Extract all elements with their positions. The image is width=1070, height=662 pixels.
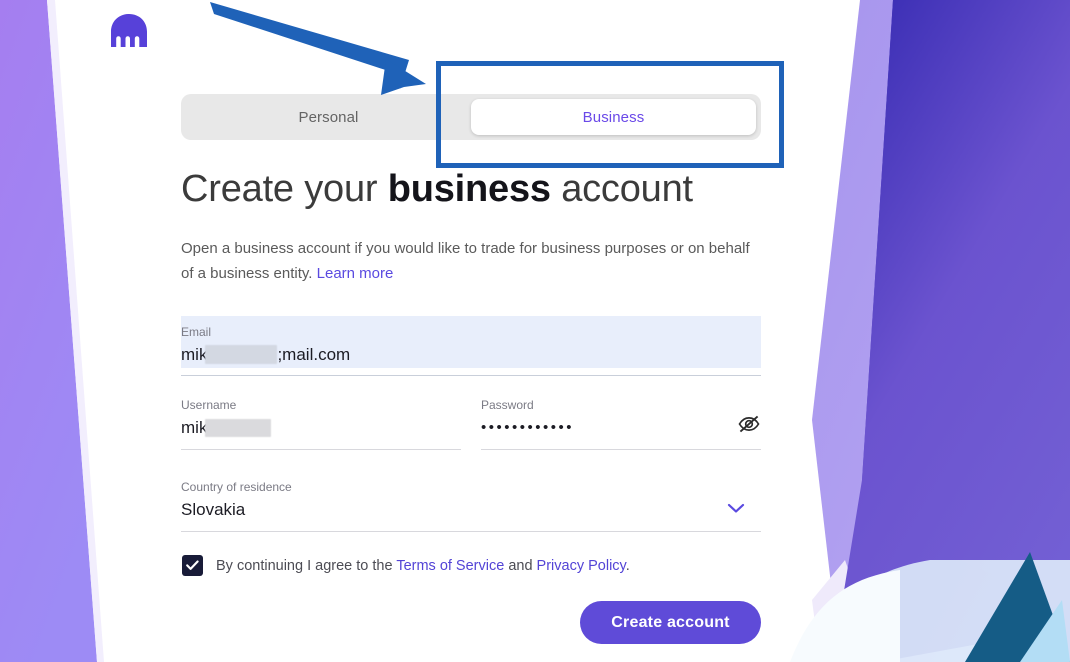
eye-slash-icon[interactable]: [737, 412, 761, 436]
email-redaction-mask: [205, 345, 278, 365]
terms-agreement-row: By continuing I agree to the Terms of Se…: [182, 555, 630, 576]
terms-text-between: and: [504, 557, 537, 574]
username-underline: [181, 449, 461, 450]
password-label: Password: [481, 398, 534, 412]
learn-more-link[interactable]: Learn more: [317, 265, 394, 282]
terms-checkbox[interactable]: [182, 555, 203, 576]
country-underline: [181, 531, 761, 532]
email-value-prefix: mik: [181, 345, 208, 364]
country-of-residence-field[interactable]: Country of residence Slovakia: [181, 480, 761, 532]
signup-page: Personal Business Create your business a…: [0, 0, 1070, 662]
page-subtitle-text: Open a business account if you would lik…: [181, 240, 750, 282]
email-underline: [181, 375, 761, 376]
page-title-part2: account: [550, 168, 693, 210]
username-value: mik: [181, 415, 461, 441]
username-redaction-mask: [205, 418, 272, 437]
chevron-down-icon[interactable]: [727, 502, 745, 514]
tab-business[interactable]: Business: [471, 99, 756, 135]
page-title-emphasis: business: [387, 168, 551, 210]
country-label: Country of residence: [181, 480, 292, 494]
password-field[interactable]: Password ••••••••••••: [481, 398, 761, 450]
tab-personal[interactable]: Personal: [186, 99, 471, 135]
terms-agreement-text: By continuing I agree to the Terms of Se…: [216, 558, 630, 574]
page-subtitle: Open a business account if you would lik…: [181, 236, 756, 286]
page-title: Create your business account: [181, 168, 693, 211]
credentials-row: Username mik Password ••••••••••••: [181, 398, 761, 450]
signup-form: Email mik ;mail.com Username mik Password…: [181, 316, 761, 532]
kraken-logo-icon[interactable]: [109, 13, 149, 49]
tab-business-label: Business: [582, 108, 645, 126]
password-value: ••••••••••••: [481, 419, 575, 436]
tab-personal-label: Personal: [298, 108, 359, 126]
password-underline: [481, 449, 761, 450]
email-value: mik ;mail.com: [181, 342, 761, 368]
terms-text-after: .: [625, 557, 630, 574]
privacy-policy-link[interactable]: Privacy Policy: [537, 558, 626, 574]
terms-text-before: By continuing I agree to the: [216, 557, 397, 574]
page-title-part1: Create your: [181, 168, 388, 210]
username-field[interactable]: Username mik: [181, 398, 461, 450]
email-field[interactable]: Email mik ;mail.com: [181, 316, 761, 376]
email-value-suffix: ;mail.com: [277, 345, 351, 364]
create-account-button[interactable]: Create account: [580, 601, 761, 644]
email-label: Email: [181, 325, 212, 339]
username-label: Username: [181, 398, 237, 412]
username-value-prefix: mik: [181, 418, 208, 437]
terms-of-service-link[interactable]: Terms of Service: [396, 558, 504, 574]
account-type-tabbar: Personal Business: [181, 94, 761, 140]
country-value: Slovakia: [181, 500, 246, 519]
checkmark-icon: [186, 560, 199, 570]
